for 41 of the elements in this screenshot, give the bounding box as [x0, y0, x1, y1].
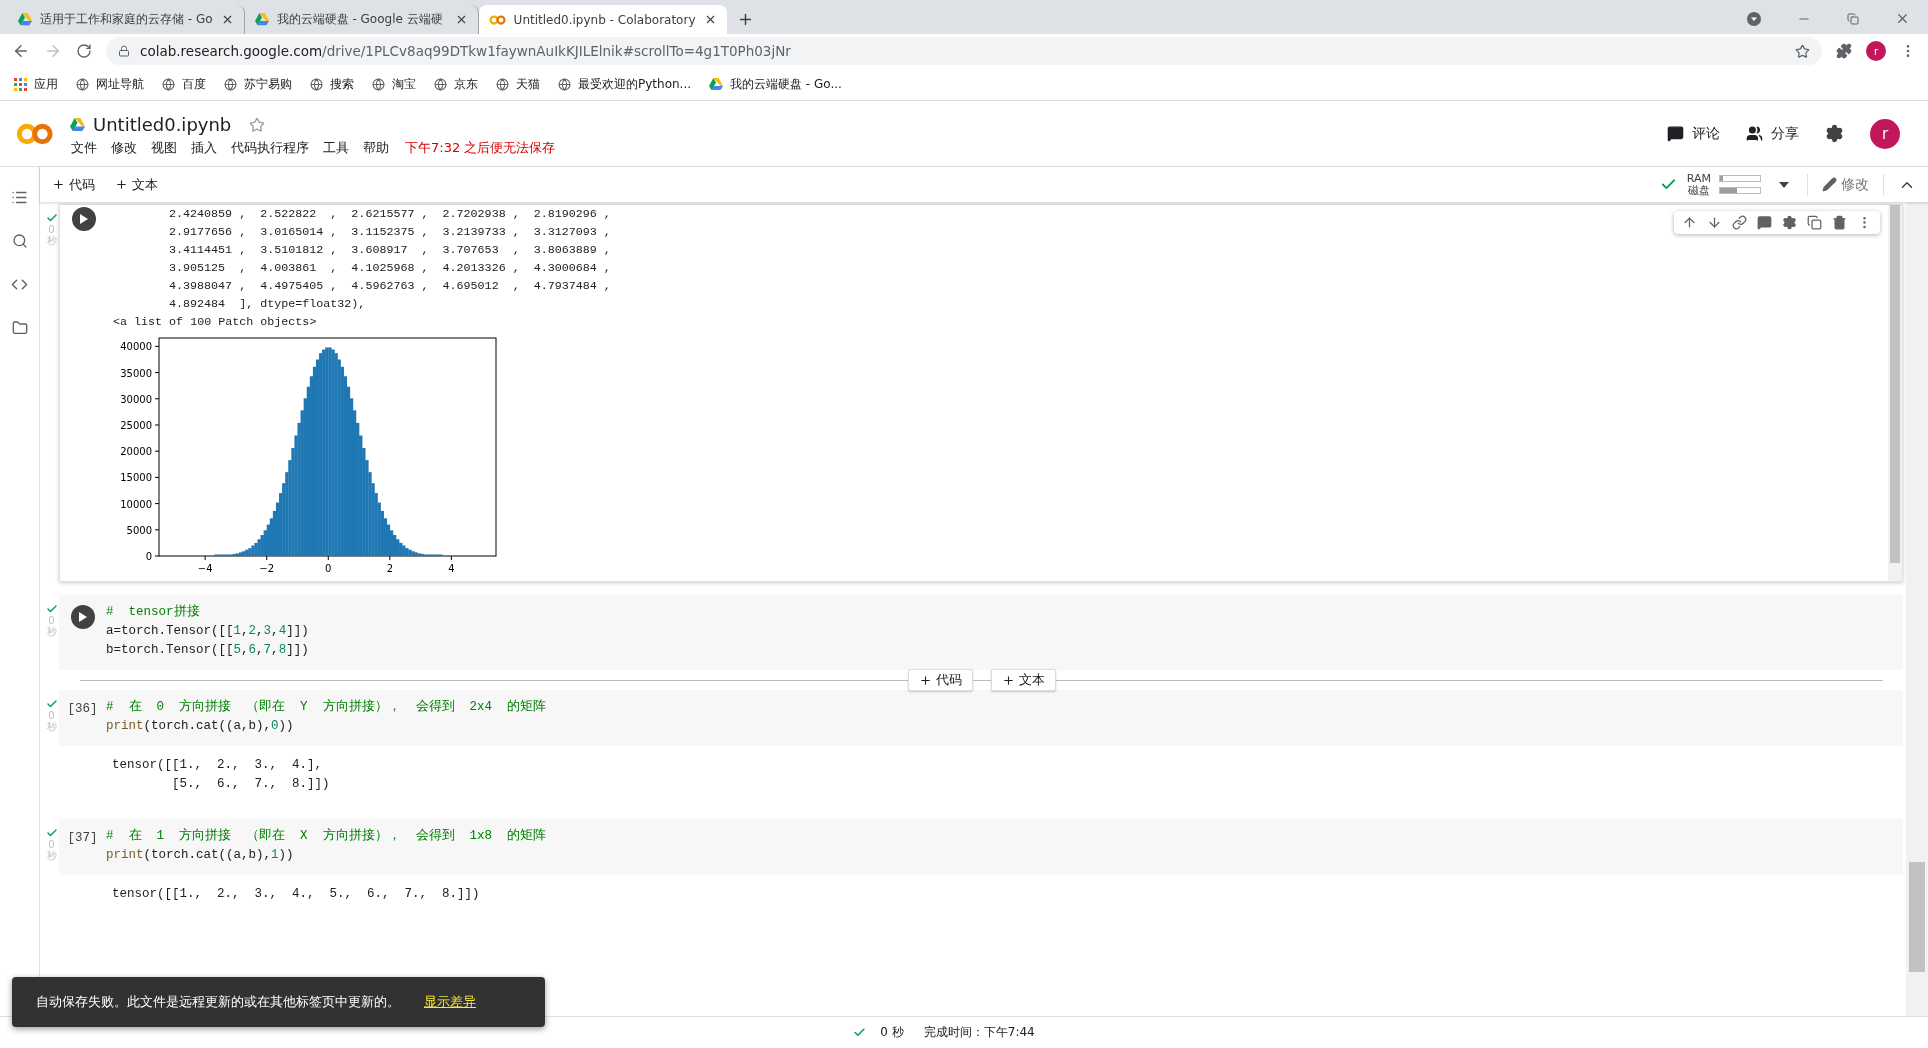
code-line: # 在 1 方向拼接 （即在 X 方向拼接）， 会得到 1x8 的矩阵 [106, 827, 547, 845]
output-line: tensor([[1., 2., 3., 4., 5., 6., 7., 8.]]) [112, 886, 480, 903]
code-line: a=torch.Tensor([[1,2,3,4]]) [106, 623, 309, 640]
output-line: 2.9177656 , 3.0165014 , 3.1152375 , 3.2139733 , 3.3127093 , [169, 224, 611, 241]
tick-label: 25000 [120, 420, 152, 431]
tick-label: −4 [197, 563, 213, 574]
run-time: 0 [48, 839, 55, 850]
code-line: print(torch.cat((a,b),1)) [106, 847, 294, 864]
run-time: 0 [48, 710, 55, 721]
code-line: # 在 0 方向拼接 （即在 Y 方向拼接）， 会得到 2x4 的矩阵 [106, 698, 547, 716]
tick-label: 10000 [120, 498, 152, 510]
tick-label: 20000 [120, 446, 152, 458]
status-finished: 完成时间：下午7:44 [923, 1024, 1035, 1041]
output-line: 3.4114451 , 3.5101812 , 3.608917 , 3.707653 , 3.8063889 , [169, 242, 611, 259]
run-time: 0 [48, 615, 55, 626]
tick-label: 5000 [126, 524, 152, 536]
output-line: tensor([[1., 2., 3., 4.], [112, 757, 323, 774]
run-time: 0 [48, 224, 55, 235]
tick-label: 35000 [120, 367, 152, 379]
tick-label: 4 [448, 563, 455, 574]
tick-label: 2 [386, 563, 393, 574]
toast-message: 自动保存失败。此文件是远程更新的或在其他标签页中更新的。 [36, 993, 400, 1011]
output-line: 3.905125 , 4.003861 , 4.1025968 , 4.2013326 , 4.3000684 , [169, 260, 611, 277]
code-line: # tensor拼接 [106, 603, 200, 621]
tick-label: −2 [259, 563, 275, 574]
code-line: b=torch.Tensor([[5,6,7,8]]) [106, 642, 309, 659]
tick-label: 40000 [120, 341, 152, 353]
output-line: 4.3988047 , 4.4975405 , 4.5962763 , 4.695012 , 4.7937484 , [169, 278, 611, 295]
code-line: print(torch.cat((a,b),0)) [106, 718, 294, 735]
output-line: 2.4240859 , 2.522822 , 2.6215577 , 2.7202938 , 2.8190296 , [169, 206, 611, 223]
execution-count: [36] [67, 702, 98, 718]
tick-label: 15000 [120, 472, 152, 484]
tick-label: 30000 [120, 393, 152, 405]
save-warning: 下午7:32 之后便无法保存 [405, 139, 556, 157]
execution-count: [37] [67, 831, 98, 847]
tick-label: 0 [325, 563, 332, 574]
output-line: <a list of 100 Patch objects> [113, 314, 317, 331]
status-time: 0 秒 [880, 1024, 904, 1041]
tick-label: 0 [145, 551, 152, 562]
output-line: 4.892484 ], dtype=float32), [169, 296, 366, 313]
output-line: [5., 6., 7., 8.]]) [171, 776, 330, 793]
